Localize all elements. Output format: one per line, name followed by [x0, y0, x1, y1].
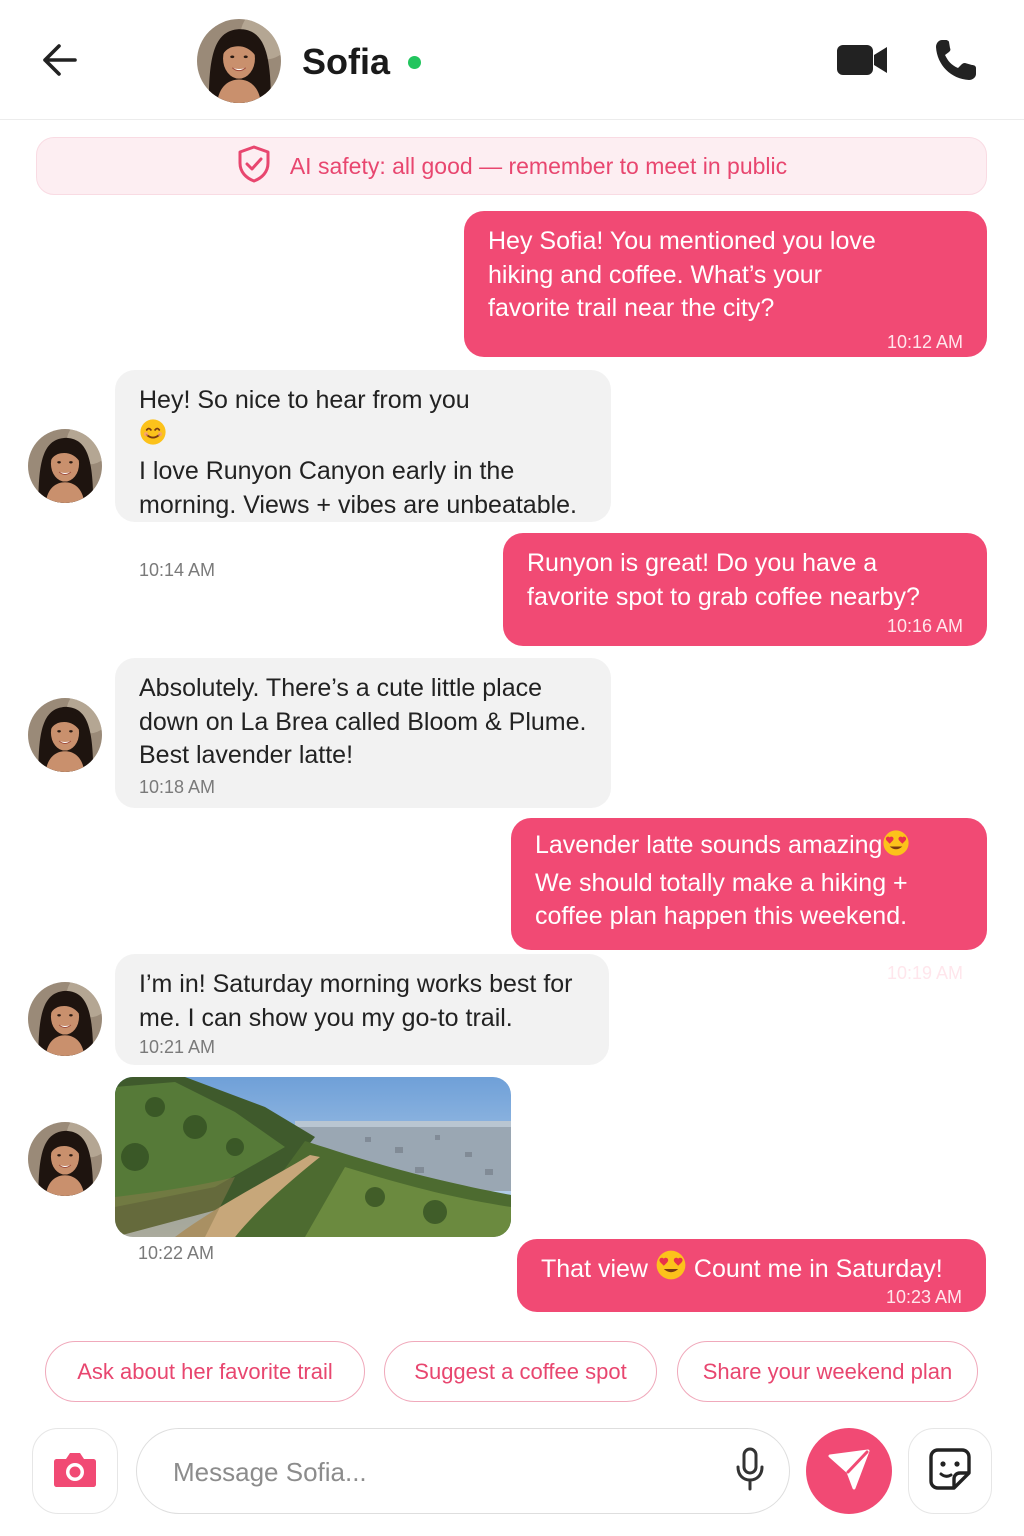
- message-time: 10:22 AM: [138, 1243, 215, 1263]
- outgoing-message[interactable]: That view Count me in Saturday! 10:23 AM: [517, 1239, 986, 1312]
- message-input[interactable]: [173, 1447, 713, 1497]
- message-time: 10:18 AM: [139, 776, 216, 797]
- heart-eyes-emoji: [882, 829, 910, 867]
- chat-header: Sofia: [0, 0, 1024, 120]
- outgoing-message[interactable]: Runyon is great! Do you have a favorite …: [503, 533, 987, 646]
- smiling-face-emoji: [139, 418, 167, 456]
- send-button[interactable]: [806, 1428, 892, 1514]
- safety-banner: AI safety: all good — remember to meet i…: [36, 137, 987, 195]
- suggestion-chip[interactable]: Suggest a coffee spot: [384, 1341, 657, 1402]
- sender-avatar[interactable]: [28, 982, 102, 1056]
- suggestion-chip[interactable]: Share your weekend plan: [677, 1341, 978, 1402]
- back-button[interactable]: [36, 40, 82, 84]
- message-text: I love Runyon Canyon early in the mornin…: [139, 457, 578, 519]
- incoming-message[interactable]: Hey! So nice to hear from you I love Run…: [115, 370, 611, 580]
- suggestion-chip[interactable]: Ask about her favorite trail: [45, 1341, 365, 1402]
- message-text: Count me in Saturday!: [693, 1255, 943, 1283]
- phone-icon: [933, 37, 979, 88]
- message-text: Hey! So nice to hear from you: [139, 386, 470, 414]
- sender-avatar[interactable]: [28, 429, 102, 503]
- message-text: We should totally make a hiking + coffee…: [535, 868, 908, 931]
- online-status-dot: [408, 56, 421, 69]
- video-call-button[interactable]: [833, 38, 891, 86]
- video-camera-icon: [836, 43, 888, 82]
- sender-avatar[interactable]: [28, 698, 102, 772]
- microphone-icon: [734, 1447, 766, 1496]
- shield-check-icon: [236, 144, 272, 189]
- voice-message-button[interactable]: [730, 1447, 770, 1495]
- trail-view-photo[interactable]: [115, 1077, 511, 1237]
- camera-button[interactable]: [32, 1428, 118, 1514]
- message-text: Runyon is great! Do you have a favorite …: [527, 549, 920, 611]
- sticker-button[interactable]: [908, 1428, 992, 1514]
- incoming-message[interactable]: I’m in! Saturday morning works best for …: [115, 954, 609, 1065]
- outgoing-message[interactable]: Lavender latte sounds amazing We should …: [511, 818, 987, 983]
- message-text: Absolutely. There’s a cute little place …: [139, 674, 587, 769]
- arrow-left-icon: [39, 42, 79, 83]
- safety-banner-text: AI safety: all good — remember to meet i…: [289, 152, 788, 179]
- message-input-wrapper: [136, 1428, 790, 1514]
- camera-icon: [53, 1450, 97, 1493]
- sender-avatar[interactable]: [28, 1122, 102, 1196]
- voice-call-button[interactable]: [930, 36, 982, 88]
- contact-avatar[interactable]: [197, 19, 281, 103]
- contact-name: Sofia: [302, 41, 391, 82]
- message-time: 10:21 AM: [139, 1037, 216, 1057]
- message-time: 10:12 AM: [886, 331, 963, 352]
- incoming-message[interactable]: Absolutely. There’s a cute little place …: [115, 658, 611, 808]
- heart-eyes-emoji: [655, 1249, 687, 1291]
- message-text: That view: [541, 1255, 648, 1283]
- message-text: Hey Sofia! You mentioned you love hiking…: [488, 227, 876, 322]
- outgoing-message[interactable]: Hey Sofia! You mentioned you love hiking…: [464, 211, 987, 357]
- sticker-icon: [928, 1447, 972, 1496]
- message-time: 10:16 AM: [886, 616, 963, 636]
- message-text: I’m in! Saturday morning works best for …: [139, 970, 573, 1032]
- send-icon: [827, 1448, 871, 1495]
- message-text: Lavender latte sounds amazing: [535, 831, 883, 859]
